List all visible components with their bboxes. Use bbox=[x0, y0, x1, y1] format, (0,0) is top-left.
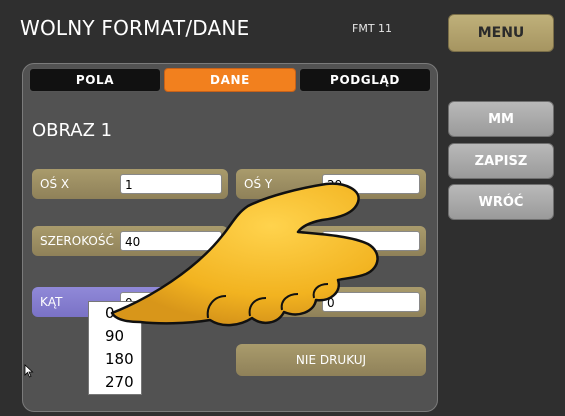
kat-label: KĄT bbox=[40, 295, 63, 309]
wysokosc-label: WYSOKOŚĆ bbox=[244, 234, 313, 248]
tab-podglad[interactable]: PODGLĄD bbox=[299, 68, 431, 92]
field-szerokosc[interactable]: SZEROKOŚĆ 40 bbox=[32, 226, 228, 256]
mm-button[interactable]: MM bbox=[448, 101, 554, 137]
menu-button[interactable]: MENU bbox=[448, 14, 554, 52]
zapisz-button[interactable]: ZAPISZ bbox=[448, 143, 554, 179]
nie-drukuj-button[interactable]: NIE DRUKUJ bbox=[236, 344, 426, 376]
format-code: FMT 11 bbox=[352, 22, 393, 35]
field-wysokosc[interactable]: WYSOKOŚĆ 20 bbox=[236, 226, 426, 256]
dropdown-option[interactable]: 180 bbox=[89, 348, 141, 371]
os-x-input[interactable]: 1 bbox=[120, 174, 222, 194]
field-right-3[interactable]: 0 bbox=[236, 287, 426, 317]
tab-pola[interactable]: POLA bbox=[29, 68, 161, 92]
dropdown-option[interactable]: 0 bbox=[89, 302, 141, 325]
kat-dropdown: 0 90 180 270 bbox=[88, 301, 142, 395]
field-os-y[interactable]: OŚ Y 29 bbox=[236, 169, 426, 199]
os-y-input[interactable]: 29 bbox=[322, 174, 420, 194]
dropdown-option[interactable]: 90 bbox=[89, 325, 141, 348]
szerokosc-label: SZEROKOŚĆ bbox=[40, 234, 114, 248]
section-title: OBRAZ 1 bbox=[32, 120, 113, 141]
right-3-input[interactable]: 0 bbox=[322, 292, 420, 312]
os-x-label: OŚ X bbox=[40, 177, 70, 191]
tab-dane[interactable]: DANE bbox=[164, 68, 296, 92]
page-title: WOLNY FORMAT/DANE bbox=[20, 16, 250, 40]
mouse-pointer-icon bbox=[24, 364, 34, 378]
wysokosc-input[interactable]: 20 bbox=[322, 231, 420, 251]
tab-bar: POLA DANE PODGLĄD bbox=[29, 68, 431, 92]
os-y-label: OŚ Y bbox=[244, 177, 273, 191]
field-os-x[interactable]: OŚ X 1 bbox=[32, 169, 228, 199]
szerokosc-input[interactable]: 40 bbox=[120, 231, 222, 251]
wroc-button[interactable]: WRÓĆ bbox=[448, 184, 554, 220]
dropdown-option[interactable]: 270 bbox=[89, 371, 141, 394]
